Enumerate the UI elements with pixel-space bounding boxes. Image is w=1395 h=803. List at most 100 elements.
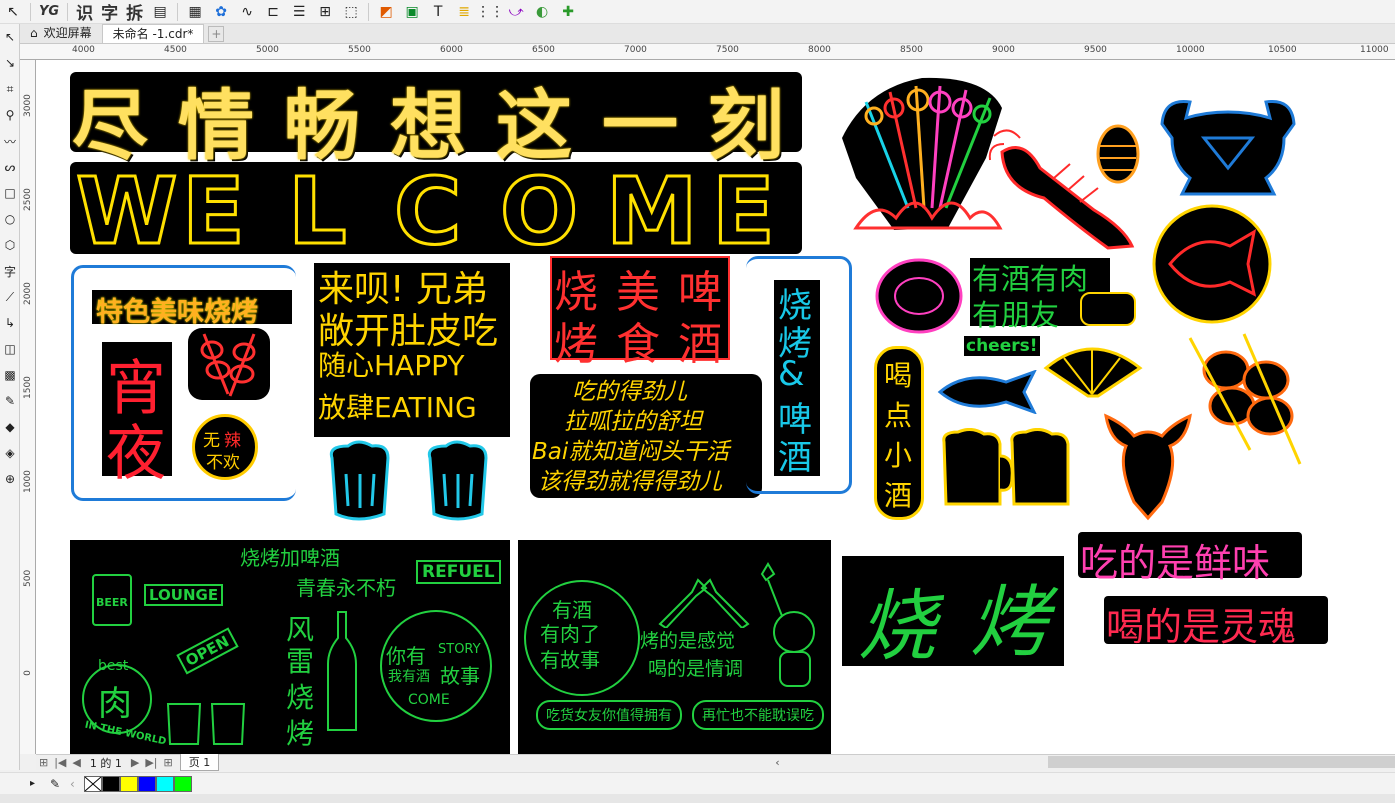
h-ruler-label: 7500: [716, 45, 739, 55]
welcome-letter: L: [287, 157, 349, 267]
add-tool-icon[interactable]: ⊕: [0, 466, 20, 492]
panel1-mugs-icon: [166, 703, 246, 745]
h-ruler-label: 9000: [992, 45, 1015, 55]
welcome-letter: E: [711, 157, 777, 267]
welcome-letter: C: [393, 157, 464, 267]
transparency-tool-icon[interactable]: ▩: [0, 362, 20, 388]
align-icon[interactable]: ⊏: [262, 2, 284, 22]
poem-line: Bai就知道闷头干活: [532, 439, 730, 465]
extension-icon[interactable]: ✚: [557, 2, 579, 22]
toolbar-divider: [67, 2, 69, 21]
group-icon[interactable]: ⊞: [314, 2, 336, 22]
connector-tool-icon[interactable]: ↳: [0, 310, 20, 336]
tab-welcome[interactable]: ⌂ 欢迎屏幕: [20, 24, 102, 43]
small-crawfish-icon: [1096, 124, 1140, 184]
font-button[interactable]: 字: [97, 0, 122, 24]
table-icon[interactable]: ▦: [184, 2, 206, 22]
first-page-icon[interactable]: |◀: [51, 756, 69, 769]
clipboard-icon[interactable]: ▤: [149, 2, 171, 22]
smart-fill-icon[interactable]: ◈: [0, 440, 20, 466]
pointer-tool-icon[interactable]: ↖: [0, 24, 20, 50]
shape-tool-icon[interactable]: ↘: [0, 50, 20, 76]
tab-document[interactable]: 未命名 -1.cdr*: [101, 24, 205, 43]
drink-char: 点: [884, 399, 913, 432]
color-swatch[interactable]: [156, 776, 174, 792]
lobster-icon: [1104, 413, 1192, 521]
horizontal-scrollbar[interactable]: [1048, 756, 1395, 768]
text-tool-icon[interactable]: 字: [0, 258, 20, 284]
pick-tool-icon[interactable]: ↖: [2, 2, 24, 22]
rectangle-tool-icon[interactable]: □: [0, 180, 20, 206]
transform-icon[interactable]: ⤻: [505, 2, 527, 22]
next-page-icon[interactable]: ▶: [128, 756, 142, 769]
eyedropper-icon[interactable]: ✎: [50, 777, 60, 791]
page-tab[interactable]: 页 1: [179, 754, 220, 771]
distribute-icon[interactable]: ☰: [288, 2, 310, 22]
last-page-icon[interactable]: ▶|: [142, 756, 160, 769]
no-color-swatch[interactable]: [84, 775, 102, 792]
ellipse-tool-icon[interactable]: ○: [0, 206, 20, 232]
v-ruler-label: 3000: [23, 94, 33, 117]
color-swatch[interactable]: [174, 776, 192, 792]
color-swatch[interactable]: [138, 776, 156, 792]
panel3-char-2: 烤: [970, 578, 1049, 668]
drawing-canvas[interactable]: 尽情畅想这一刻 WELCOME 特色美味烧烤 宵 夜 无 辣 不欢 来呗! 兄弟…: [36, 60, 1395, 754]
v-ruler-label: 1500: [23, 376, 33, 399]
panel2-circle-3: 有故事: [540, 648, 600, 672]
vertical-ruler[interactable]: 3000 2500 2000 1500 1000 500 0: [20, 60, 36, 754]
panel1-bbq-beer: 烧烤加啤酒: [240, 546, 340, 570]
fresh-text: 吃的是鲜味: [1080, 541, 1271, 585]
recognize-button[interactable]: 识: [72, 0, 97, 24]
h-ruler-label: 10000: [1176, 45, 1205, 55]
image-icon[interactable]: ▣: [401, 2, 423, 22]
palette-menu-icon[interactable]: ▸: [30, 778, 35, 789]
color-swatch[interactable]: [102, 776, 120, 792]
pattern-icon[interactable]: ✿: [210, 2, 232, 22]
toolbar-divider: [30, 2, 31, 21]
food-beer-bottom-char: 烤: [554, 319, 598, 370]
plugin-icon[interactable]: ◐: [531, 2, 553, 22]
crab-icon: [1160, 99, 1296, 196]
page-options-icon[interactable]: ⊞: [36, 756, 51, 769]
h-ruler-label: 4000: [72, 45, 95, 55]
h-ruler-label: 5000: [256, 45, 279, 55]
dimension-tool-icon[interactable]: ⟋: [0, 284, 20, 310]
artistic-media-icon[interactable]: ᔕ: [0, 154, 20, 180]
scroll-left-icon[interactable]: ‹: [775, 756, 779, 769]
bbq-beer-char: &: [778, 354, 805, 394]
add-page-icon[interactable]: ⊞: [161, 756, 176, 769]
document-tabs: ⌂ 欢迎屏幕 未命名 -1.cdr* +: [20, 24, 1395, 44]
panel1-story-c: 我有酒: [388, 669, 430, 685]
shapes-icon[interactable]: ◩: [375, 2, 397, 22]
list-icon[interactable]: ≣: [453, 2, 475, 22]
toolbar-divider: [177, 2, 179, 21]
eyedropper-tool-icon[interactable]: ✎: [0, 388, 20, 414]
barcode-icon[interactable]: ⋮⋮: [476, 2, 504, 22]
welcome-letter: E: [181, 157, 247, 267]
h-ruler-label: 10500: [1268, 45, 1297, 55]
zoom-tool-icon[interactable]: ⚲: [0, 102, 20, 128]
palette-scroll-icon[interactable]: ‹: [70, 777, 75, 791]
crop-tool-icon[interactable]: ⌗: [0, 76, 20, 102]
welcome-letter: O: [498, 157, 579, 267]
yg-plugin-button[interactable]: YG: [35, 4, 63, 19]
shadow-tool-icon[interactable]: ◫: [0, 336, 20, 362]
astronaut-icon: [760, 562, 815, 687]
drink-char: 酒: [884, 479, 913, 512]
fan-icon: [1043, 347, 1143, 398]
panel2-circle-2: 有肉了: [540, 622, 600, 646]
curve-icon[interactable]: ∿: [236, 2, 258, 22]
select-similar-icon[interactable]: ⬚: [340, 2, 362, 22]
fill-tool-icon[interactable]: ◆: [0, 414, 20, 440]
polygon-tool-icon[interactable]: ⬡: [0, 232, 20, 258]
text-tool-icon[interactable]: T: [427, 2, 449, 22]
prev-page-icon[interactable]: ◀: [69, 756, 83, 769]
panel3-char-1: 烧: [858, 582, 937, 672]
split-button[interactable]: 拆: [122, 0, 147, 24]
freehand-tool-icon[interactable]: 〰: [0, 128, 20, 154]
color-swatch[interactable]: [120, 776, 138, 792]
h-ruler-label: 8500: [900, 45, 923, 55]
panel1-youth: 青春永不朽: [296, 576, 396, 600]
horizontal-ruler[interactable]: 4000 4500 5000 5500 6000 6500 7000 7500 8000 8500…: [20, 44, 1395, 60]
add-tab-button[interactable]: +: [208, 26, 225, 42]
